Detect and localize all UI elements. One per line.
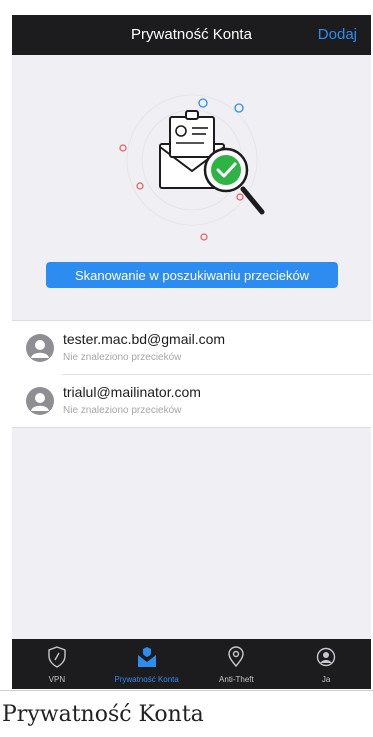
tab-label: VPN <box>48 675 66 684</box>
hero-section: Skanowanie w poszukiwaniu przecieków <box>12 55 371 315</box>
red-dot <box>200 233 208 241</box>
account-email: trialul@mailinator.com <box>63 384 201 400</box>
person-icon <box>316 647 336 667</box>
avatar-icon <box>26 334 54 362</box>
account-row[interactable]: trialul@mailinator.com Nie znaleziono pr… <box>12 374 371 427</box>
account-email: tester.mac.bd@gmail.com <box>63 331 226 347</box>
mail-shield-icon <box>137 647 156 667</box>
red-dot <box>236 193 244 201</box>
tab-bar: VPN Prywatność Konta Anti-Theft Ja <box>12 639 371 689</box>
tab-anti-theft[interactable]: Anti-Theft <box>192 639 282 689</box>
tab-label: Anti-Theft <box>219 675 254 684</box>
location-pin-icon <box>228 646 245 668</box>
scan-leaks-button[interactable]: Skanowanie w poszukiwaniu przecieków <box>46 262 338 288</box>
account-row[interactable]: tester.mac.bd@gmail.com Nie znaleziono p… <box>12 321 371 374</box>
tab-label: Prywatność Konta <box>114 675 179 684</box>
red-dot <box>119 144 127 152</box>
tab-vpn[interactable]: VPN <box>12 639 102 689</box>
tab-label: Ja <box>321 675 331 684</box>
tab-account-privacy[interactable]: Prywatność Konta <box>102 639 192 689</box>
id-card-icon <box>169 110 215 158</box>
tab-me[interactable]: Ja <box>281 639 371 689</box>
account-status: Nie znaleziono przecieków <box>63 352 182 363</box>
blue-dot <box>198 98 208 108</box>
account-status: Nie znaleziono przecieków <box>63 405 182 416</box>
add-button[interactable]: Dodaj <box>318 26 357 43</box>
avatar-icon <box>26 387 54 415</box>
screen-caption: Prywatność Konta <box>2 702 204 727</box>
phone-screen: Prywatność Konta Dodaj Skanowanie w posz… <box>12 15 371 689</box>
blue-dot <box>234 103 244 113</box>
navigation-bar: Prywatność Konta Dodaj <box>12 15 371 55</box>
account-list: tester.mac.bd@gmail.com Nie znaleziono p… <box>12 320 371 428</box>
privacy-scan-illustration <box>119 94 265 241</box>
caption-divider <box>0 690 373 691</box>
shield-icon <box>48 646 66 668</box>
red-dot <box>136 182 144 190</box>
